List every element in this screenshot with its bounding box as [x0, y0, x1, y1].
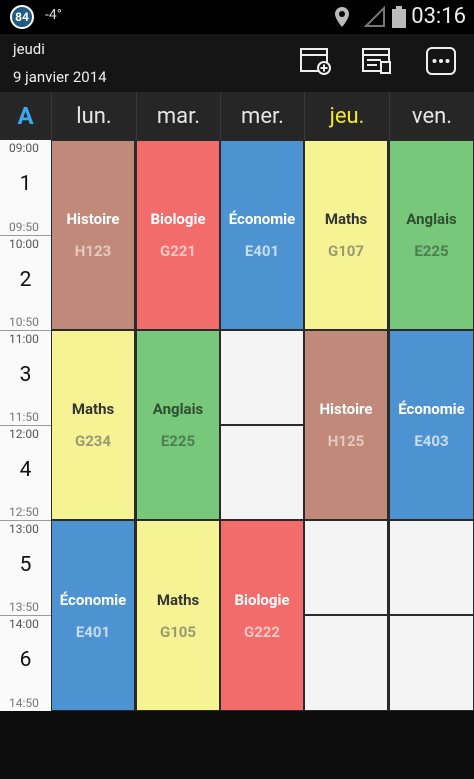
location-icon — [333, 6, 351, 32]
lesson-subject: Anglais — [152, 400, 204, 418]
empty-slot[interactable] — [221, 331, 303, 424]
lesson-block[interactable]: Anglais E225 — [137, 331, 219, 519]
lesson-room: G222 — [243, 622, 281, 641]
lesson-block[interactable]: Histoire H123 — [52, 141, 134, 329]
lesson-subject: Biologie — [150, 210, 206, 228]
notification-badge: 84 — [10, 5, 34, 29]
lesson-subject: Maths — [71, 400, 115, 418]
more-options-button[interactable] — [422, 44, 460, 82]
period-start: 10:00 — [9, 237, 39, 251]
period-number: 6 — [19, 648, 32, 672]
period-start: 09:00 — [9, 141, 39, 155]
column-thu: Maths G107 Histoire H125 — [304, 140, 389, 711]
lesson-block[interactable]: Maths G107 — [305, 141, 387, 329]
lesson-room: E225 — [160, 432, 196, 450]
period-end: 11:50 — [9, 410, 39, 424]
lesson-subject: Économie — [59, 590, 127, 609]
lesson-room: H125 — [327, 432, 365, 450]
day-header-tue[interactable]: mar. — [136, 92, 220, 140]
period-3: 11:00 3 11:50 — [0, 330, 51, 425]
lesson-block[interactable]: Biologie G221 — [137, 141, 219, 329]
day-header-mon[interactable]: lun. — [51, 92, 136, 140]
empty-slot[interactable] — [390, 521, 473, 614]
period-2: 10:00 2 10:50 — [0, 235, 51, 330]
lesson-room: G221 — [159, 242, 197, 260]
empty-slot[interactable] — [305, 616, 387, 710]
column-tue: Biologie G221 Anglais E225 Maths G105 — [136, 140, 220, 711]
lesson-room: G234 — [74, 432, 112, 450]
empty-slot[interactable] — [390, 616, 473, 710]
period-5: 13:00 5 13:50 — [0, 520, 51, 615]
current-date: 9 janvier 2014 — [13, 68, 107, 86]
lesson-block[interactable]: Économie E401 — [52, 521, 134, 710]
calendar-add-icon — [299, 46, 331, 80]
period-end: 09:50 — [9, 220, 39, 234]
empty-slot[interactable] — [221, 426, 303, 519]
lesson-block[interactable]: Économie E401 — [221, 141, 303, 329]
period-start: 12:00 — [9, 427, 39, 441]
lesson-subject: Maths — [324, 210, 368, 228]
period-number: 5 — [19, 553, 32, 577]
battery-icon — [392, 6, 406, 32]
lesson-room: G107 — [327, 242, 365, 260]
lesson-block[interactable]: Anglais E225 — [390, 141, 473, 329]
period-end: 12:50 — [9, 505, 39, 519]
day-header-wed[interactable]: mer. — [220, 92, 304, 140]
lesson-subject: Maths — [156, 590, 200, 609]
period-number: 4 — [19, 458, 32, 482]
period-start: 13:00 — [9, 522, 39, 536]
timetable: A lun. mar. mer. jeu. ven. 09:00 1 09:50… — [0, 92, 474, 711]
overflow-menu-icon — [426, 47, 456, 79]
current-day: jeudi — [13, 40, 45, 58]
lesson-subject: Économie — [398, 400, 465, 418]
day-header-fri[interactable]: ven. — [389, 92, 474, 140]
day-header-row: A lun. mar. mer. jeu. ven. — [0, 92, 474, 140]
clock: 03:16 — [411, 4, 466, 29]
period-start: 14:00 — [9, 617, 39, 631]
period-number: 1 — [19, 172, 32, 196]
column-wed: Économie E401 Biologie G222 — [220, 140, 304, 711]
week-selector[interactable]: A — [0, 92, 51, 140]
lesson-subject: Économie — [228, 210, 296, 228]
lesson-block[interactable]: Maths G105 — [137, 521, 219, 710]
lesson-subject: Biologie — [234, 590, 290, 609]
lesson-room: E401 — [75, 622, 111, 641]
lesson-subject: Histoire — [319, 400, 373, 418]
period-column: 09:00 1 09:50 10:00 2 10:50 11:00 3 11:5… — [0, 140, 51, 711]
column-fri: Anglais E225 Économie E403 — [389, 140, 474, 711]
period-4: 12:00 4 12:50 — [0, 425, 51, 520]
edit-schedule-button[interactable] — [358, 44, 396, 82]
period-number: 3 — [19, 363, 32, 387]
period-end: 13:50 — [9, 600, 39, 614]
period-6: 14:00 6 14:50 — [0, 615, 51, 711]
bottom-area — [0, 711, 474, 779]
lesson-subject: Anglais — [406, 210, 457, 228]
lesson-block[interactable]: Maths G234 — [52, 331, 134, 519]
lesson-room: E403 — [414, 432, 449, 450]
empty-slot[interactable] — [305, 521, 387, 614]
calendar-edit-icon — [361, 46, 393, 80]
temperature: -4° — [45, 7, 62, 23]
period-start: 11:00 — [9, 332, 39, 346]
signal-icon — [363, 5, 386, 32]
lesson-block[interactable]: Économie E403 — [390, 331, 473, 519]
lesson-block[interactable]: Histoire H125 — [305, 331, 387, 519]
lesson-subject: Histoire — [66, 210, 120, 228]
period-end: 14:50 — [9, 696, 39, 710]
action-bar: jeudi 9 janvier 2014 — [0, 34, 474, 92]
period-end: 10:50 — [9, 315, 39, 329]
status-bar: 84 -4° 03:16 — [0, 0, 474, 34]
period-number: 2 — [19, 268, 32, 292]
period-1: 09:00 1 09:50 — [0, 140, 51, 235]
add-lesson-button[interactable] — [296, 44, 334, 82]
lesson-room: H123 — [74, 242, 112, 260]
column-mon: Histoire H123 Maths G234 Économie E401 — [51, 140, 135, 711]
lesson-room: E401 — [244, 242, 280, 260]
lesson-room: G105 — [159, 622, 197, 641]
lesson-block[interactable]: Biologie G222 — [221, 521, 303, 710]
lesson-room: E225 — [414, 242, 449, 260]
day-header-thu[interactable]: jeu. — [304, 92, 389, 140]
